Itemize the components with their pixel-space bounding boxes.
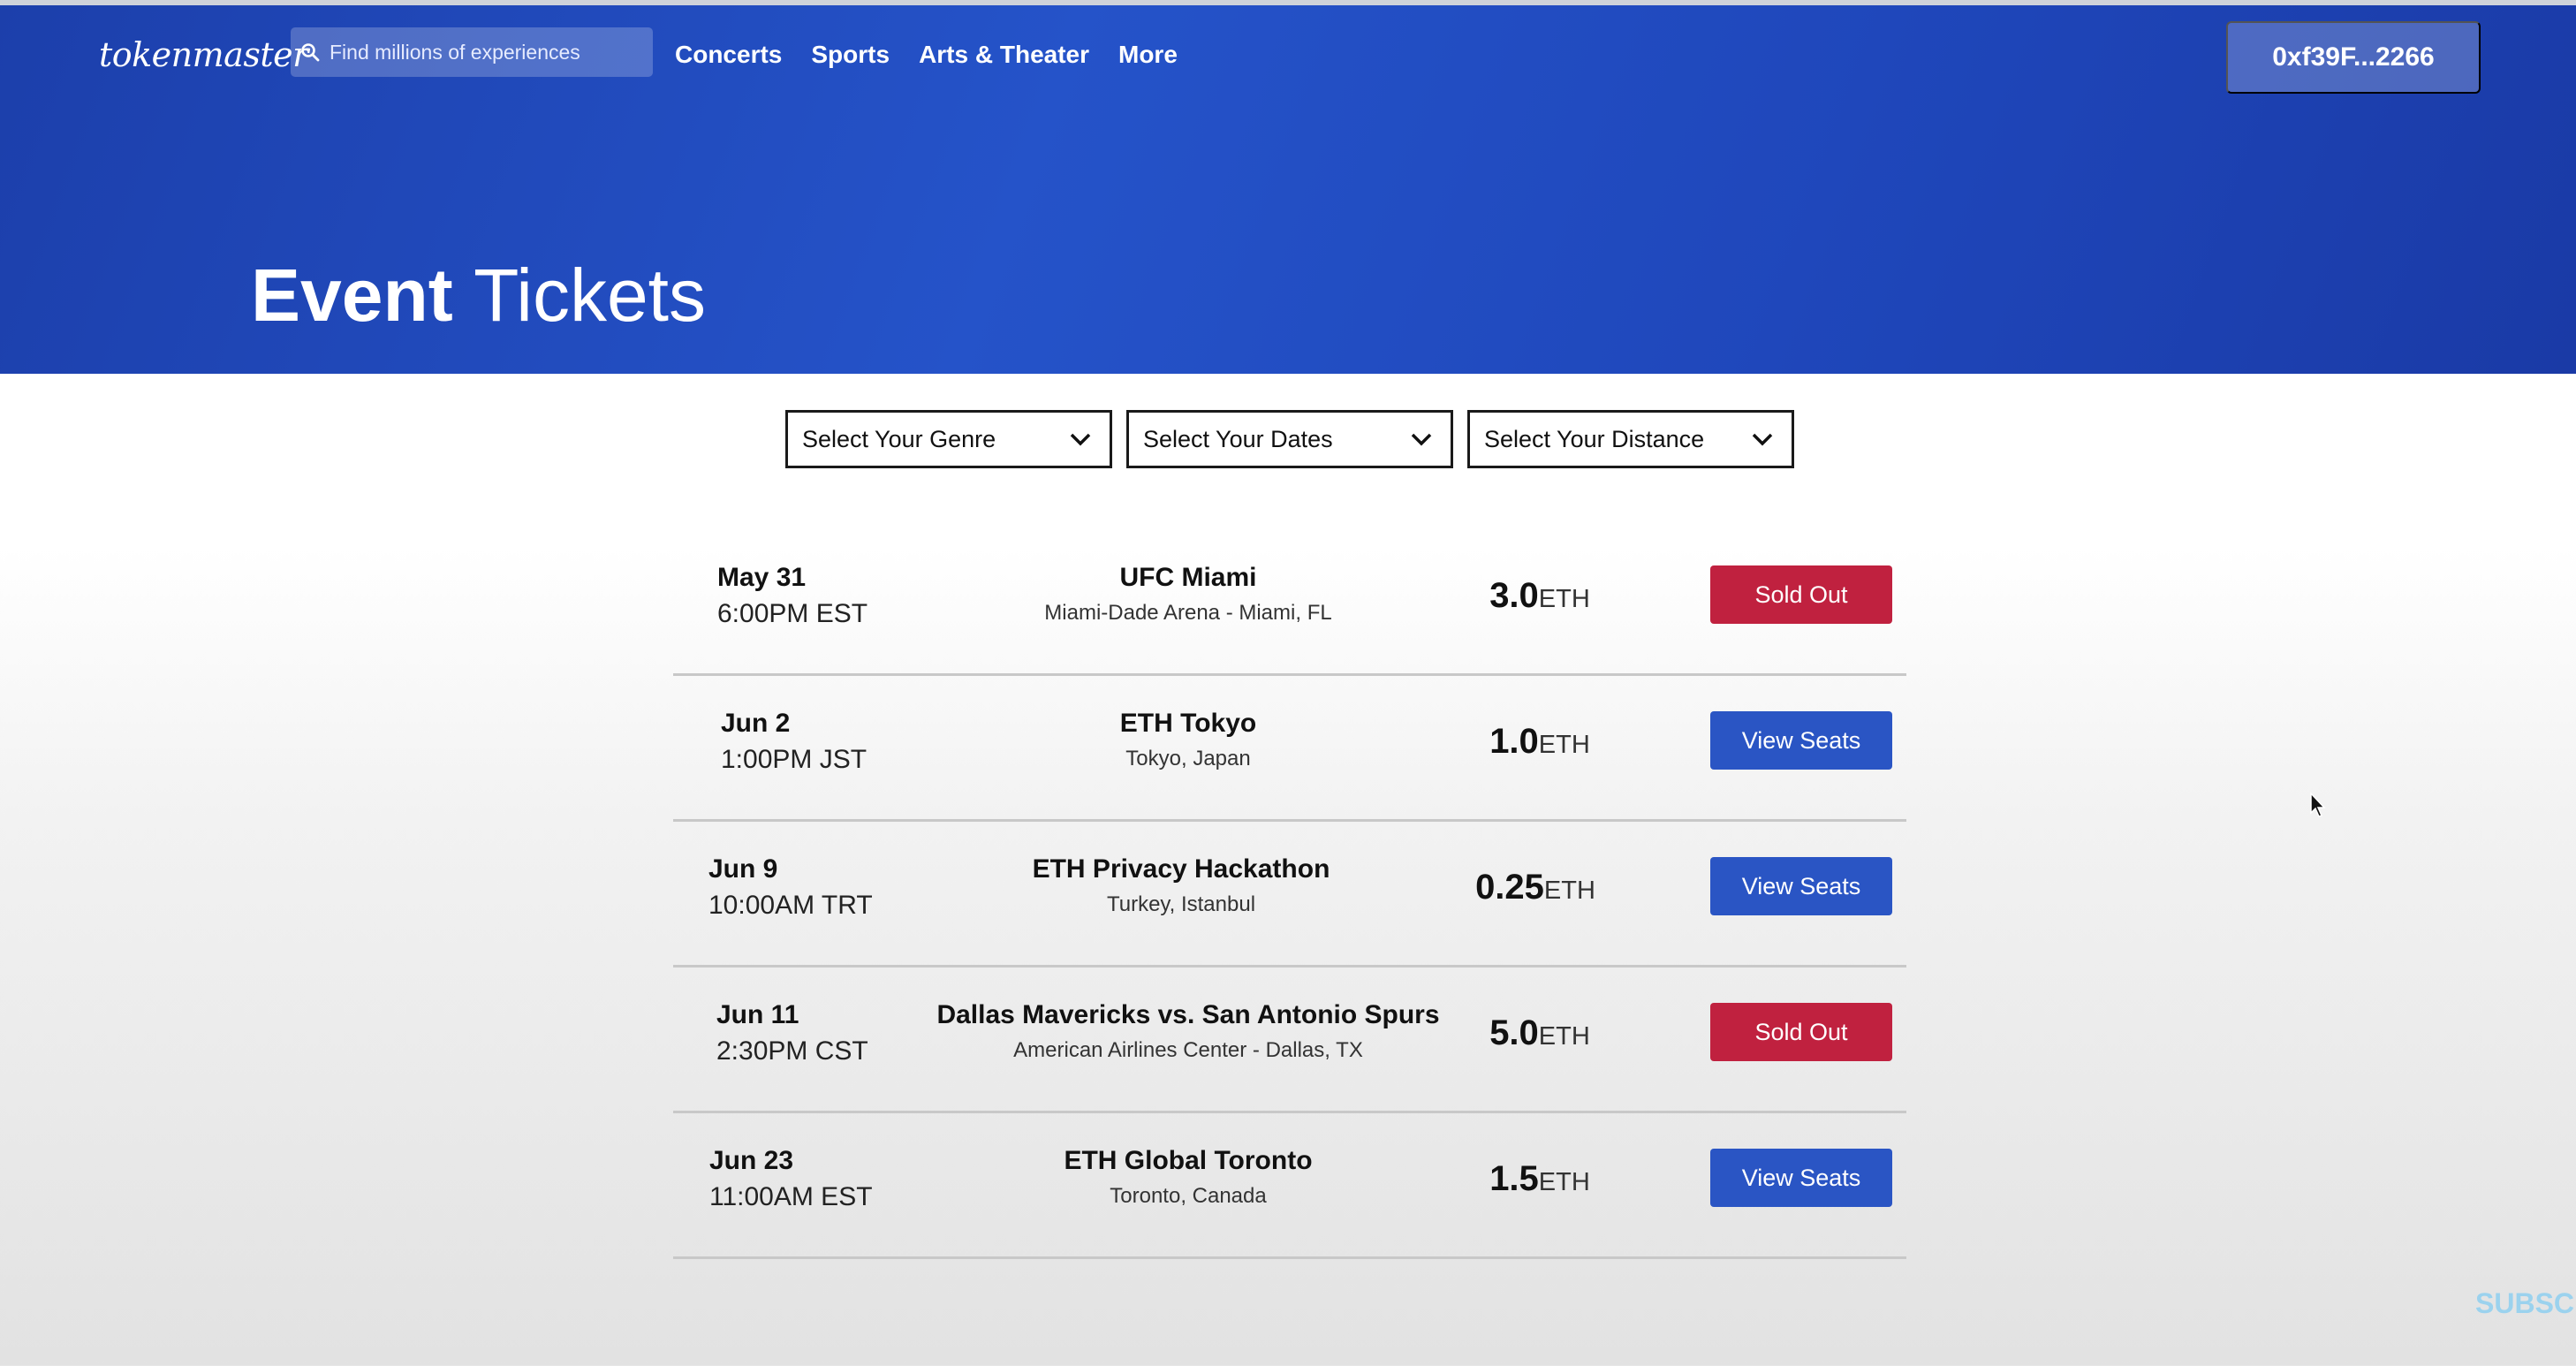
subscribe-watermark: SUBSCRIBE: [2475, 1287, 2576, 1319]
event-date: Jun 9 10:00AM TRT: [708, 852, 873, 924]
filter-bar: Select Your Genre Select Your Dates Sele…: [785, 410, 1794, 468]
dates-select-label: Select Your Dates: [1143, 425, 1333, 452]
event-row: Jun 11 2:30PM CST Dallas Mavericks vs. S…: [673, 968, 1906, 1113]
event-venue: Miami-Dade Arena - Miami, FL: [1044, 601, 1332, 625]
chevron-down-icon: [1751, 432, 1774, 446]
price-value: 3.0: [1489, 576, 1539, 615]
event-price: 1.0ETH: [1443, 722, 1637, 762]
chevron-down-icon: [1069, 432, 1092, 446]
nav-concerts[interactable]: Concerts: [675, 41, 782, 69]
event-day: Jun 23: [709, 1146, 794, 1175]
event-venue: Tokyo, Japan: [1125, 747, 1251, 770]
wallet-address-button[interactable]: 0xf39F...2266: [2226, 21, 2481, 94]
event-day: Jun 2: [721, 709, 791, 738]
event-row: Jun 23 11:00AM EST ETH Global Toronto To…: [673, 1113, 1906, 1259]
price-unit: ETH: [1543, 877, 1595, 905]
price-unit: ETH: [1538, 731, 1590, 759]
event-venue: American Airlines Center - Dallas, TX: [1013, 1038, 1363, 1062]
event-info: ETH Global Toronto Toronto, Canada: [879, 1143, 1497, 1214]
event-price: 5.0ETH: [1443, 1013, 1637, 1053]
price-value: 5.0: [1489, 1013, 1539, 1052]
event-date: Jun 11 2:30PM CST: [716, 998, 868, 1070]
price-value: 1.5: [1489, 1159, 1539, 1198]
genre-select[interactable]: Select Your Genre: [785, 410, 1112, 468]
event-price: 1.5ETH: [1443, 1159, 1637, 1199]
event-time: 11:00AM EST: [709, 1182, 873, 1211]
event-name: ETH Tokyo: [1119, 709, 1257, 738]
page-title-light: Tickets: [474, 254, 707, 337]
price-unit: ETH: [1538, 1168, 1590, 1196]
sold-out-button[interactable]: Sold Out: [1710, 565, 1892, 624]
event-date: May 31 6:00PM EST: [717, 560, 868, 633]
chevron-down-icon: [1410, 432, 1433, 446]
event-time: 1:00PM JST: [721, 745, 868, 774]
genre-select-label: Select Your Genre: [802, 425, 996, 452]
mouse-cursor-icon: [2309, 792, 2327, 823]
event-row: Jun 2 1:00PM JST ETH Tokyo Tokyo, Japan …: [673, 676, 1906, 822]
event-name: UFC Miami: [1119, 563, 1257, 592]
event-date: Jun 2 1:00PM JST: [721, 706, 867, 778]
view-seats-button[interactable]: View Seats: [1710, 857, 1892, 915]
event-day: Jun 9: [708, 854, 778, 884]
event-day: May 31: [717, 563, 807, 592]
search-icon: [291, 42, 330, 62]
event-info: Dallas Mavericks vs. San Antonio Spurs A…: [879, 998, 1497, 1068]
view-seats-button[interactable]: View Seats: [1710, 711, 1892, 770]
sold-out-button[interactable]: Sold Out: [1710, 1003, 1892, 1061]
event-list: May 31 6:00PM EST UFC Miami Miami-Dade A…: [673, 530, 1906, 1259]
event-venue: Toronto, Canada: [1110, 1184, 1267, 1208]
brand-logo[interactable]: tokenmaster: [99, 35, 308, 74]
event-info: UFC Miami Miami-Dade Arena - Miami, FL: [879, 560, 1497, 631]
distance-select[interactable]: Select Your Distance: [1467, 410, 1794, 468]
event-price: 0.25ETH: [1438, 868, 1633, 907]
nav-more[interactable]: More: [1118, 41, 1178, 69]
event-info: ETH Privacy Hackathon Turkey, Istanbul: [872, 852, 1490, 922]
event-day: Jun 11: [716, 1000, 799, 1029]
event-name: ETH Global Toronto: [1064, 1146, 1313, 1175]
price-unit: ETH: [1538, 1022, 1590, 1051]
nav-sports[interactable]: Sports: [811, 41, 890, 69]
dates-select[interactable]: Select Your Dates: [1126, 410, 1453, 468]
event-time: 10:00AM TRT: [708, 891, 873, 920]
main-nav: Concerts Sports Arts & Theater More: [675, 41, 1178, 69]
event-name: ETH Privacy Hackathon: [1032, 854, 1330, 884]
event-name: Dallas Mavericks vs. San Antonio Spurs: [936, 1000, 1440, 1029]
price-value: 1.0: [1489, 722, 1539, 761]
nav-arts-theater[interactable]: Arts & Theater: [919, 41, 1089, 69]
event-date: Jun 23 11:00AM EST: [709, 1143, 873, 1216]
event-row: May 31 6:00PM EST UFC Miami Miami-Dade A…: [673, 530, 1906, 676]
page-title: Event Tickets: [251, 253, 706, 338]
event-price: 3.0ETH: [1443, 576, 1637, 616]
event-info: ETH Tokyo Tokyo, Japan: [879, 706, 1497, 777]
hero-banner: tokenmaster Concerts Sports Arts & Theat…: [0, 5, 2576, 374]
event-venue: Turkey, Istanbul: [1106, 892, 1256, 916]
price-value: 0.25: [1475, 868, 1544, 907]
event-time: 6:00PM EST: [717, 599, 868, 628]
search-input[interactable]: [330, 27, 653, 77]
page-title-bold: Event: [251, 254, 453, 337]
distance-select-label: Select Your Distance: [1484, 425, 1705, 452]
event-time: 2:30PM CST: [716, 1036, 868, 1066]
view-seats-button[interactable]: View Seats: [1710, 1149, 1892, 1207]
price-unit: ETH: [1538, 585, 1590, 613]
event-row: Jun 9 10:00AM TRT ETH Privacy Hackathon …: [673, 822, 1906, 968]
search-bar[interactable]: [291, 27, 653, 77]
